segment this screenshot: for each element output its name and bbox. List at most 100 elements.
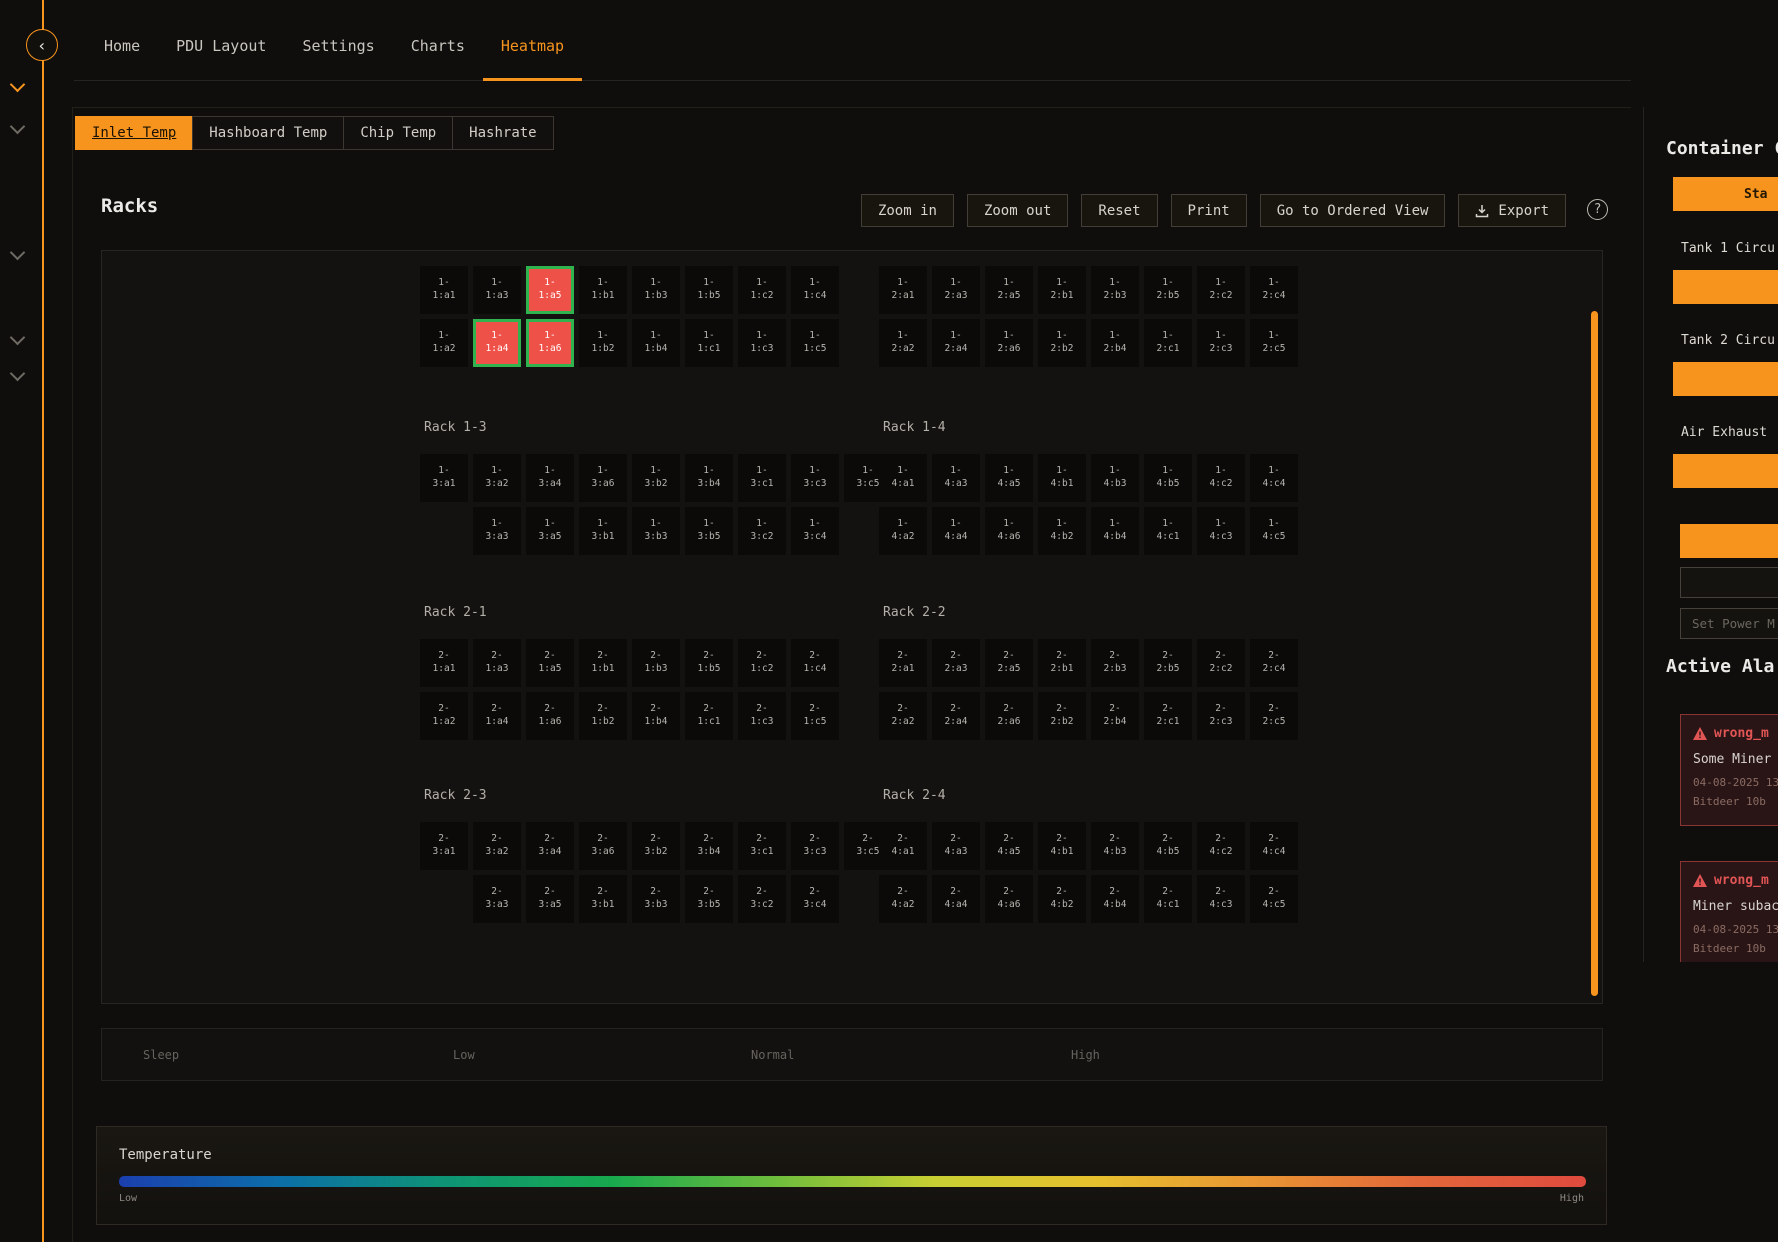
- heatmap-cell-2-1:b1[interactable]: 2-1:b1: [579, 639, 627, 687]
- heatmap-cell-2-3:b4[interactable]: 2-3:b4: [685, 822, 733, 870]
- heatmap-cell-2-3:c4[interactable]: 2-3:c4: [791, 875, 839, 923]
- tab-chip-temp[interactable]: Chip Temp: [343, 116, 453, 150]
- heatmap-cell-1-1:a2[interactable]: 1-1:a2: [420, 319, 468, 367]
- heatmap-cell-1-1:b2[interactable]: 1-1:b2: [579, 319, 627, 367]
- heatmap-cell-1-2:a1[interactable]: 1-2:a1: [879, 266, 927, 314]
- heatmap-cell-1-4:a5[interactable]: 1-4:a5: [985, 454, 1033, 502]
- heatmap-cell-1-2:c2[interactable]: 1-2:c2: [1197, 266, 1245, 314]
- heatmap-cell-1-3:a3[interactable]: 1-3:a3: [473, 507, 521, 555]
- heatmap-cell-2-2:c4[interactable]: 2-2:c4: [1250, 639, 1298, 687]
- ordered-view-button[interactable]: Go to Ordered View: [1260, 194, 1446, 227]
- alarm-card[interactable]: wrong_m Some Miner 04-08-2025 13 Bitdeer…: [1680, 714, 1778, 826]
- heatmap-cell-1-3:a2[interactable]: 1-3:a2: [473, 454, 521, 502]
- nav-item-charts[interactable]: Charts: [393, 37, 483, 80]
- heatmap-cell-2-1:a6[interactable]: 2-1:a6: [526, 692, 574, 740]
- heatmap-cell-1-4:c1[interactable]: 1-4:c1: [1144, 507, 1192, 555]
- print-button[interactable]: Print: [1171, 194, 1247, 227]
- nav-item-settings[interactable]: Settings: [284, 37, 392, 80]
- heatmap-cell-2-4:b3[interactable]: 2-4:b3: [1091, 822, 1139, 870]
- heatmap-cell-2-3:a4[interactable]: 2-3:a4: [526, 822, 574, 870]
- heatmap-cell-1-2:a4[interactable]: 1-2:a4: [932, 319, 980, 367]
- heatmap-cell-2-2:a6[interactable]: 2-2:a6: [985, 692, 1033, 740]
- heatmap-cell-2-4:a4[interactable]: 2-4:a4: [932, 875, 980, 923]
- chevron-down-icon[interactable]: [10, 246, 24, 260]
- heatmap-cell-2-2:b5[interactable]: 2-2:b5: [1144, 639, 1192, 687]
- heatmap-cell-2-1:a1[interactable]: 2-1:a1: [420, 639, 468, 687]
- heatmap-cell-2-1:a5[interactable]: 2-1:a5: [526, 639, 574, 687]
- heatmap-cell-2-4:a6[interactable]: 2-4:a6: [985, 875, 1033, 923]
- heatmap-cell-1-3:c1[interactable]: 1-3:c1: [738, 454, 786, 502]
- tank-1-action-button[interactable]: [1673, 270, 1778, 304]
- heatmap-cell-2-4:c1[interactable]: 2-4:c1: [1144, 875, 1192, 923]
- heatmap-cell-2-3:a2[interactable]: 2-3:a2: [473, 822, 521, 870]
- heatmap-cell-2-1:b3[interactable]: 2-1:b3: [632, 639, 680, 687]
- nav-item-heatmap[interactable]: Heatmap: [483, 37, 582, 80]
- zoom-out-button[interactable]: Zoom out: [967, 194, 1068, 227]
- heatmap-cell-1-3:a5[interactable]: 1-3:a5: [526, 507, 574, 555]
- heatmap-cell-1-1:b3[interactable]: 1-1:b3: [632, 266, 680, 314]
- heatmap-cell-1-4:c5[interactable]: 1-4:c5: [1250, 507, 1298, 555]
- chevron-down-icon[interactable]: [10, 367, 24, 381]
- collapse-panel-button[interactable]: ‹: [26, 29, 58, 61]
- heatmap-cell-1-2:a3[interactable]: 1-2:a3: [932, 266, 980, 314]
- heatmap-cell-2-4:c2[interactable]: 2-4:c2: [1197, 822, 1245, 870]
- heatmap-cell-1-1:b5[interactable]: 1-1:b5: [685, 266, 733, 314]
- heatmap-cell-1-3:a4[interactable]: 1-3:a4: [526, 454, 574, 502]
- heatmap-cell-2-2:b3[interactable]: 2-2:b3: [1091, 639, 1139, 687]
- heatmap-cell-1-1:c2[interactable]: 1-1:c2: [738, 266, 786, 314]
- zoom-in-button[interactable]: Zoom in: [861, 194, 954, 227]
- heatmap-cell-1-2:b2[interactable]: 1-2:b2: [1038, 319, 1086, 367]
- heatmap-cell-1-4:b5[interactable]: 1-4:b5: [1144, 454, 1192, 502]
- alarm-card[interactable]: wrong_m Miner subac 04-08-2025 13 Bitdee…: [1680, 861, 1778, 962]
- tab-inlet-temp[interactable]: Inlet Temp: [75, 116, 193, 150]
- heatmap-cell-2-3:b3[interactable]: 2-3:b3: [632, 875, 680, 923]
- heatmap-cell-1-1:a3[interactable]: 1-1:a3: [473, 266, 521, 314]
- heatmap-cell-2-4:a5[interactable]: 2-4:a5: [985, 822, 1033, 870]
- heatmap-cell-2-4:c3[interactable]: 2-4:c3: [1197, 875, 1245, 923]
- heatmap-cell-2-3:b5[interactable]: 2-3:b5: [685, 875, 733, 923]
- heatmap-cell-1-4:c2[interactable]: 1-4:c2: [1197, 454, 1245, 502]
- heatmap-cell-1-1:b4[interactable]: 1-1:b4: [632, 319, 680, 367]
- heatmap-cell-2-2:a4[interactable]: 2-2:a4: [932, 692, 980, 740]
- heatmap-cell-2-3:c2[interactable]: 2-3:c2: [738, 875, 786, 923]
- heatmap-cell-2-1:c4[interactable]: 2-1:c4: [791, 639, 839, 687]
- heatmap-cell-2-3:a5[interactable]: 2-3:a5: [526, 875, 574, 923]
- heatmap-cell-2-4:b1[interactable]: 2-4:b1: [1038, 822, 1086, 870]
- heatmap-cell-1-3:b2[interactable]: 1-3:b2: [632, 454, 680, 502]
- heatmap-cell-1-4:a3[interactable]: 1-4:a3: [932, 454, 980, 502]
- heatmap-cell-1-1:a4[interactable]: 1-1:a4: [473, 319, 521, 367]
- heatmap-cell-1-4:b4[interactable]: 1-4:b4: [1091, 507, 1139, 555]
- start-button[interactable]: Sta: [1673, 177, 1778, 211]
- heatmap-cell-2-1:c2[interactable]: 2-1:c2: [738, 639, 786, 687]
- heatmap-scrollbar[interactable]: [1591, 311, 1598, 996]
- heatmap-cell-2-1:a3[interactable]: 2-1:a3: [473, 639, 521, 687]
- chevron-down-icon[interactable]: [10, 120, 24, 134]
- heatmap-cell-1-2:b3[interactable]: 1-2:b3: [1091, 266, 1139, 314]
- heatmap-cell-2-1:c5[interactable]: 2-1:c5: [791, 692, 839, 740]
- heatmap-cell-1-1:b1[interactable]: 1-1:b1: [579, 266, 627, 314]
- heatmap-cell-2-3:a3[interactable]: 2-3:a3: [473, 875, 521, 923]
- heatmap-cell-1-1:c3[interactable]: 1-1:c3: [738, 319, 786, 367]
- air-exhaust-action-button[interactable]: [1673, 454, 1778, 488]
- heatmap-cell-1-4:a4[interactable]: 1-4:a4: [932, 507, 980, 555]
- chevron-down-icon[interactable]: [10, 78, 24, 92]
- heatmap-cell-2-3:c3[interactable]: 2-3:c3: [791, 822, 839, 870]
- heatmap-cell-2-2:b4[interactable]: 2-2:b4: [1091, 692, 1139, 740]
- heatmap-cell-1-4:a6[interactable]: 1-4:a6: [985, 507, 1033, 555]
- heatmap-cell-2-4:c4[interactable]: 2-4:c4: [1250, 822, 1298, 870]
- heatmap-cell-2-2:c3[interactable]: 2-2:c3: [1197, 692, 1245, 740]
- heatmap-cell-1-1:c5[interactable]: 1-1:c5: [791, 319, 839, 367]
- heatmap-cell-1-2:c4[interactable]: 1-2:c4: [1250, 266, 1298, 314]
- set-power-mode-input[interactable]: Set Power M: [1680, 608, 1778, 639]
- heatmap-cell-2-3:a1[interactable]: 2-3:a1: [420, 822, 468, 870]
- heatmap-cell-1-4:b2[interactable]: 1-4:b2: [1038, 507, 1086, 555]
- help-icon[interactable]: ?: [1587, 199, 1608, 220]
- sidebar-input[interactable]: [1680, 567, 1778, 598]
- heatmap-cell-1-4:c4[interactable]: 1-4:c4: [1250, 454, 1298, 502]
- heatmap-cell-1-3:b5[interactable]: 1-3:b5: [685, 507, 733, 555]
- heatmap-cell-2-2:a3[interactable]: 2-2:a3: [932, 639, 980, 687]
- heatmap-cell-1-1:c4[interactable]: 1-1:c4: [791, 266, 839, 314]
- heatmap-cell-1-3:b3[interactable]: 1-3:b3: [632, 507, 680, 555]
- heatmap-cell-1-3:b1[interactable]: 1-3:b1: [579, 507, 627, 555]
- heatmap-cell-2-4:a1[interactable]: 2-4:a1: [879, 822, 927, 870]
